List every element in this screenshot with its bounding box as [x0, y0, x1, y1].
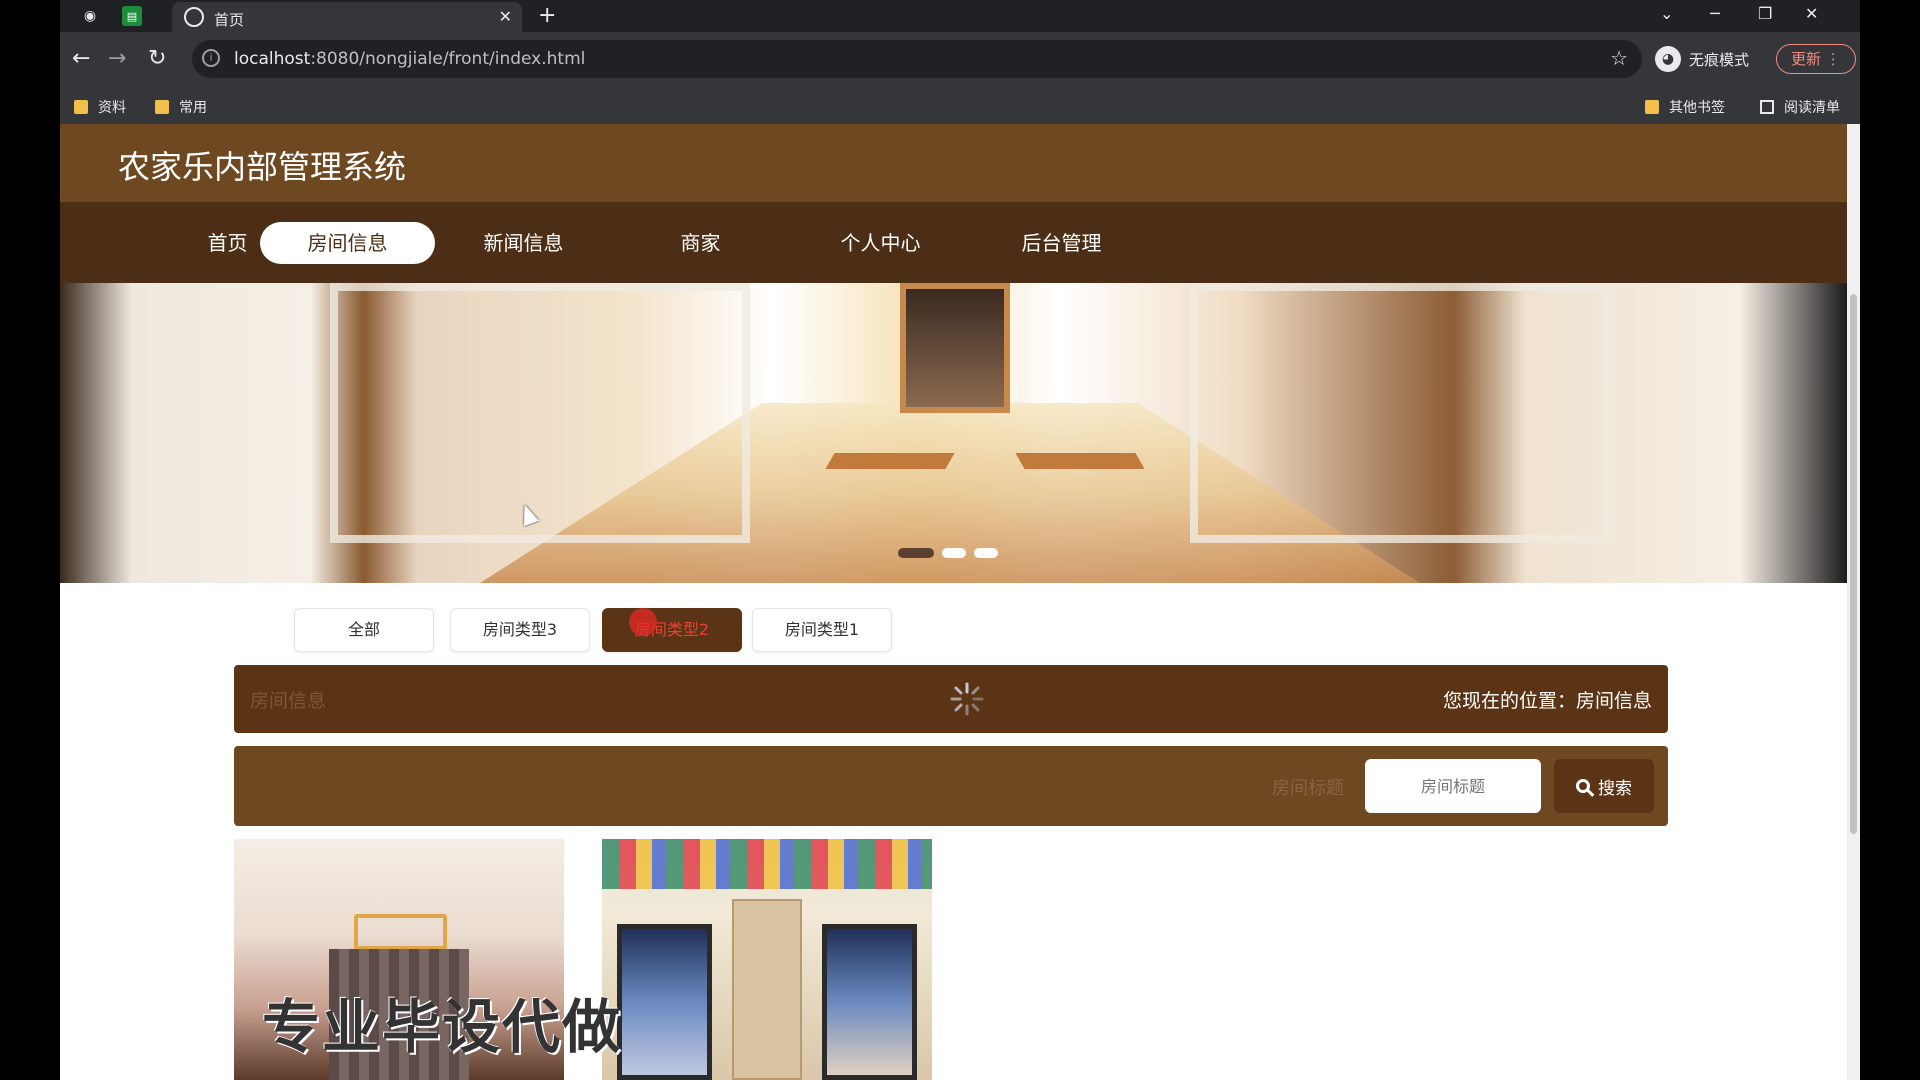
banner-door — [900, 283, 1010, 413]
search-button[interactable]: 搜索 — [1554, 759, 1654, 813]
scrollbar-thumb[interactable] — [1850, 294, 1857, 834]
search-input[interactable] — [1365, 759, 1541, 813]
globe-icon — [184, 7, 204, 27]
bookmark-changyong[interactable]: 常用 — [155, 97, 207, 117]
tab-home[interactable]: 首页 ✕ — [172, 2, 522, 32]
carousel-dot-3[interactable] — [974, 548, 998, 558]
address-bar[interactable]: i localhost:8080/nongjiale/front/index.h… — [192, 40, 1642, 78]
watermark-text: 专业毕设代做 — [262, 993, 623, 1061]
folder-icon — [1645, 100, 1659, 114]
bookmark-ziliao[interactable]: 资料 — [74, 97, 126, 117]
click-indicator — [629, 608, 657, 636]
banner-bench — [1015, 453, 1145, 469]
reading-list-icon — [1760, 100, 1774, 114]
site-header: 农家乐内部管理系统 — [60, 124, 1847, 202]
room-photo-detail — [822, 924, 917, 1080]
incognito-indicator[interactable]: ◕ 无痕模式 — [1655, 46, 1749, 72]
forward-icon[interactable]: → — [108, 46, 126, 71]
carousel-indicators — [898, 548, 998, 558]
incognito-icon: ◕ — [1655, 46, 1681, 72]
new-tab-button[interactable]: + — [538, 3, 556, 28]
banner-carousel[interactable] — [60, 283, 1847, 583]
info-icon[interactable]: i — [202, 49, 220, 67]
sheets-icon[interactable]: ▤ — [122, 6, 142, 26]
carousel-dot-1[interactable] — [898, 548, 934, 558]
nav-news[interactable]: 新闻信息 — [436, 222, 611, 264]
reload-icon[interactable]: ↻ — [148, 46, 166, 71]
loading-spinner-icon — [950, 682, 984, 716]
carousel-dot-2[interactable] — [942, 548, 966, 558]
folder-icon — [74, 100, 88, 114]
filter-type1[interactable]: 房间类型1 — [752, 608, 892, 652]
search-icon — [1576, 779, 1590, 793]
breadcrumb: 您现在的位置：房间信息 — [1442, 690, 1652, 712]
section-title: 房间信息 — [250, 690, 327, 712]
filter-type2[interactable]: 房间类型2 — [602, 608, 742, 652]
page-scrollbar[interactable] — [1847, 124, 1860, 1080]
room-photo-detail — [602, 839, 932, 889]
search-label: 房间标题 — [1272, 778, 1344, 799]
room-card[interactable] — [602, 839, 932, 1080]
close-icon[interactable]: ✕ — [499, 7, 512, 26]
tab-title: 首页 — [214, 11, 245, 29]
section-header-bar: 房间信息 您现在的位置：房间信息 — [234, 665, 1668, 733]
banner-lattice-left — [330, 283, 750, 543]
banner-lattice-right — [1190, 283, 1610, 543]
star-icon[interactable]: ☆ — [1610, 46, 1628, 70]
other-bookmarks[interactable]: 其他书签 — [1645, 97, 1725, 117]
filter-all[interactable]: 全部 — [294, 608, 434, 652]
incognito-label: 无痕模式 — [1689, 50, 1750, 69]
minimize-icon[interactable]: ─ — [1710, 4, 1720, 23]
room-photo-detail — [617, 924, 712, 1080]
room-photo-detail — [732, 899, 802, 1080]
bookmarks-bar: 资料 常用 其他书签 阅读清单 — [60, 88, 1860, 125]
back-icon[interactable]: ← — [72, 46, 90, 71]
browser-tab-bar: ◉ ▤ 首页 ✕ + ⌄ ─ ❐ ✕ — [60, 0, 1860, 32]
chevron-down-icon[interactable]: ⌄ — [1660, 4, 1673, 23]
nav-admin[interactable]: 后台管理 — [974, 222, 1149, 264]
close-window-icon[interactable]: ✕ — [1805, 4, 1818, 23]
globe-icon[interactable]: ◉ — [80, 6, 100, 26]
page-content: 农家乐内部管理系统 首页 房间信息 新闻信息 商家 个人中心 后台管理 全部 房… — [60, 124, 1860, 1080]
nav-merchants[interactable]: 商家 — [613, 222, 788, 264]
url-text[interactable]: localhost:8080/nongjiale/front/index.htm… — [234, 49, 585, 69]
update-button[interactable]: 更新 ⋮ — [1776, 44, 1856, 74]
filter-type3[interactable]: 房间类型3 — [450, 608, 590, 652]
folder-icon — [155, 100, 169, 114]
browser-toolbar: ← → ↻ i localhost:8080/nongjiale/front/i… — [60, 32, 1860, 88]
room-photo-detail — [354, 914, 447, 950]
main-nav: 首页 房间信息 新闻信息 商家 个人中心 后台管理 — [60, 202, 1847, 283]
nav-profile[interactable]: 个人中心 — [793, 222, 968, 264]
banner-bench — [825, 453, 955, 469]
nav-rooms[interactable]: 房间信息 — [260, 222, 435, 264]
search-bar: 房间标题 搜索 — [234, 746, 1668, 826]
site-title: 农家乐内部管理系统 — [118, 148, 407, 186]
reading-list[interactable]: 阅读清单 — [1760, 97, 1840, 117]
restore-icon[interactable]: ❐ — [1758, 4, 1772, 23]
